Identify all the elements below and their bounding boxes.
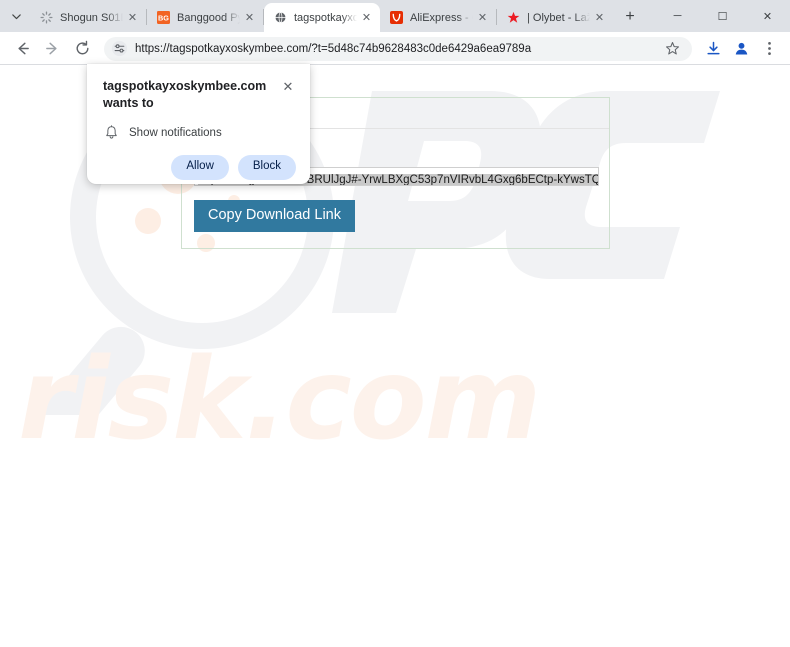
close-icon[interactable]: ✕ — [280, 79, 296, 95]
tab-tagspotkayxoskymbee[interactable]: tagspotkayxoskym ✕ — [264, 3, 380, 32]
tab-shogun[interactable]: Shogun S01E01.m ✕ — [30, 3, 146, 32]
download-icon — [706, 41, 720, 55]
address-bar-url: https://tagspotkayxoskymbee.com/?t=5d48c… — [135, 42, 532, 55]
tabs-container: Shogun S01E01.m ✕ BG Banggood Русски ✕ — [30, 0, 655, 32]
tab-title: tagspotkayxoskym — [294, 11, 357, 24]
tab-olybet[interactable]: | Olybet - Lažybos ✕ — [497, 3, 613, 32]
bookmark-star-icon[interactable] — [662, 39, 682, 59]
three-dot-menu-icon — [767, 42, 771, 55]
banggood-bg-icon: BG — [156, 11, 170, 25]
chrome-menu-button[interactable] — [756, 36, 782, 62]
arrow-right-icon — [45, 42, 57, 55]
reload-icon — [76, 40, 88, 55]
tab-close-button[interactable]: ✕ — [475, 10, 490, 25]
watermark-text: risk.com — [18, 335, 541, 465]
allow-button[interactable]: Allow — [171, 155, 229, 180]
address-bar[interactable]: https://tagspotkayxoskymbee.com/?t=5d48c… — [104, 36, 692, 61]
permission-title-row: tagspotkayxoskymbee.com wants to ✕ — [103, 78, 296, 112]
permission-actions: Allow Block — [103, 155, 296, 180]
tab-strip: Shogun S01E01.m ✕ BG Banggood Русски ✕ — [0, 0, 790, 32]
forward-button[interactable] — [38, 35, 66, 63]
window-close-button[interactable]: ✕ — [745, 0, 790, 32]
arrow-left-icon — [17, 42, 29, 55]
back-button[interactable] — [8, 35, 36, 63]
tab-title: AliExpress - Onlin — [410, 11, 473, 24]
chevron-down-icon — [11, 13, 21, 19]
window-maximize-button[interactable]: ☐ — [700, 0, 745, 32]
browser-toolbar: https://tagspotkayxoskymbee.com/?t=5d48c… — [0, 32, 790, 65]
tab-title: | Olybet - Lažybos — [527, 11, 590, 24]
tab-banggood[interactable]: BG Banggood Русски ✕ — [147, 3, 263, 32]
tab-aliexpress[interactable]: AliExpress - Onlin ✕ — [380, 3, 496, 32]
tab-title: Banggood Русски — [177, 11, 240, 24]
downloads-button[interactable] — [700, 36, 726, 62]
browser-window: Shogun S01E01.m ✕ BG Banggood Русски ✕ — [0, 0, 790, 647]
copy-download-link-button[interactable]: Copy Download Link — [194, 200, 355, 232]
star-icon — [506, 11, 520, 25]
globe-icon — [273, 11, 287, 25]
search-tabs-button[interactable] — [2, 2, 30, 30]
tab-close-button[interactable]: ✕ — [592, 10, 607, 25]
loading-spinner-icon — [39, 11, 53, 25]
aliexpress-icon — [389, 11, 403, 25]
new-tab-button[interactable]: + — [617, 4, 643, 30]
permission-title: tagspotkayxoskymbee.com wants to — [103, 79, 267, 110]
reload-button[interactable] — [68, 35, 96, 63]
permission-label: Show notifications — [129, 126, 222, 139]
permission-row-notifications: Show notifications — [103, 124, 296, 141]
tab-close-button[interactable]: ✕ — [125, 10, 140, 25]
tune-sliders-icon[interactable] — [109, 39, 129, 59]
window-minimize-button[interactable]: ─ — [655, 0, 700, 32]
tab-close-button[interactable]: ✕ — [359, 10, 374, 25]
tab-title: Shogun S01E01.m — [60, 11, 123, 24]
notification-permission-dialog: tagspotkayxoskymbee.com wants to ✕ Show … — [87, 64, 310, 184]
window-controls: ─ ☐ ✕ — [655, 0, 790, 32]
svg-text:BG: BG — [158, 13, 169, 22]
block-button[interactable]: Block — [237, 155, 296, 180]
profile-button[interactable] — [728, 36, 754, 62]
tab-close-button[interactable]: ✕ — [242, 10, 257, 25]
profile-avatar-icon — [735, 42, 747, 55]
bell-icon — [103, 124, 120, 141]
